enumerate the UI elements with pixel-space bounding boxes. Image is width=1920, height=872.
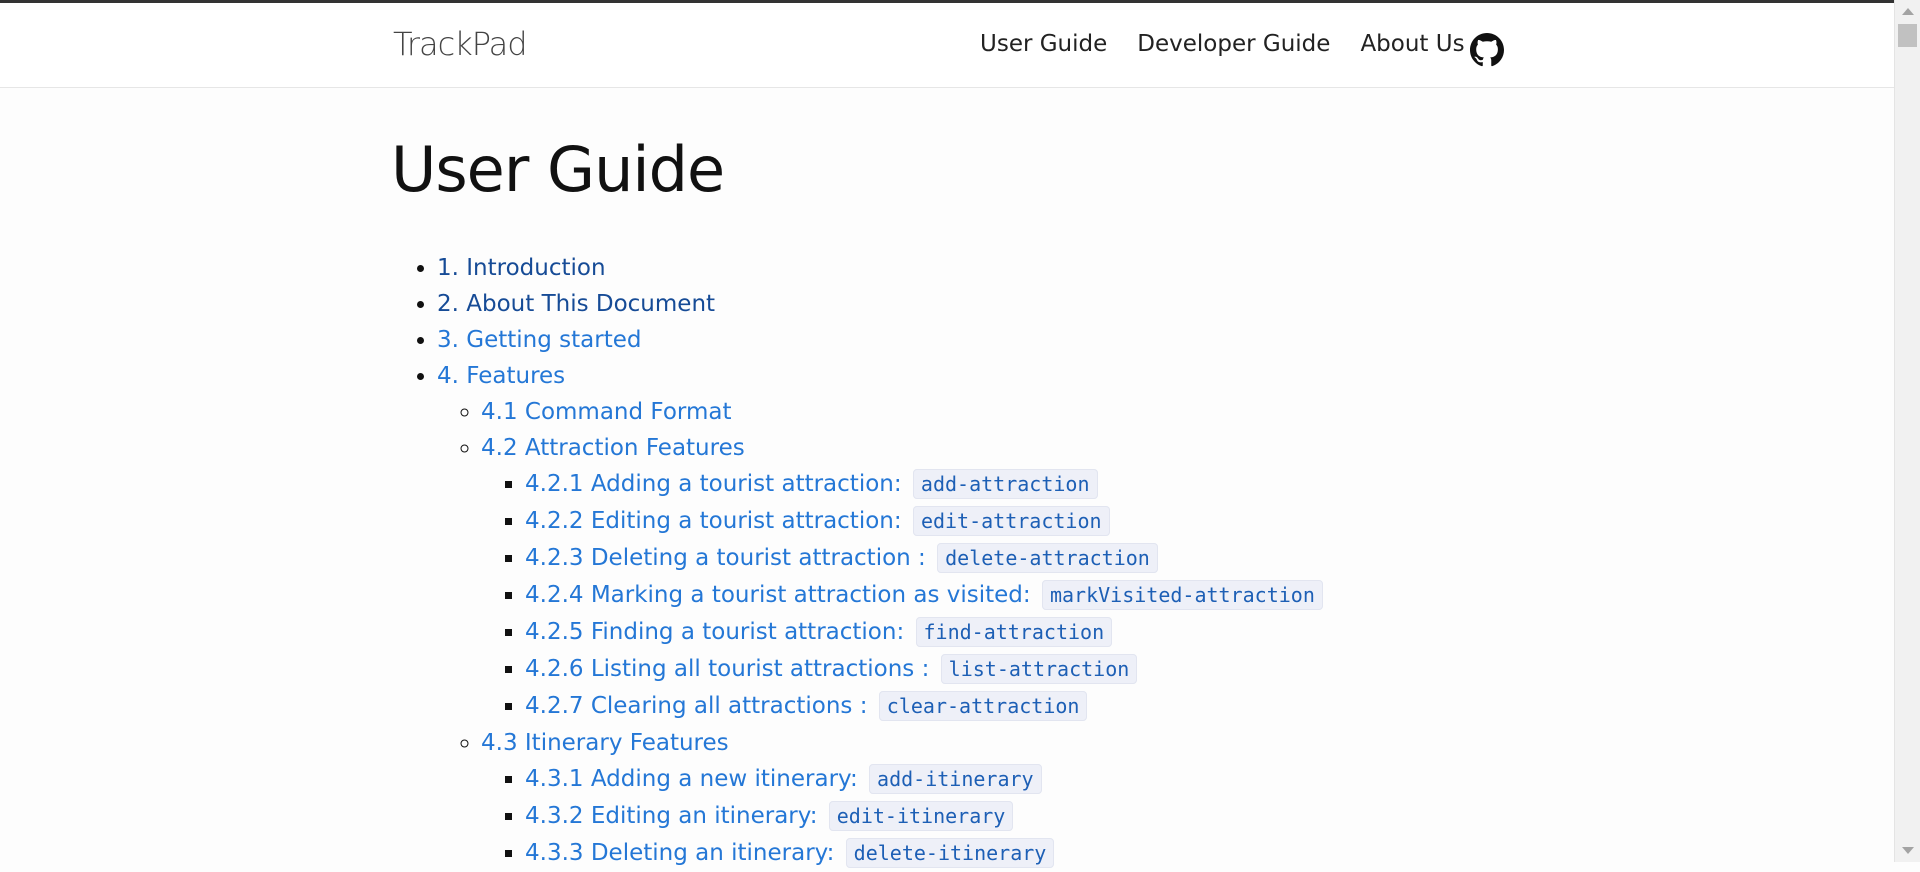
toc-link-label: 4.2.7 Clearing all attractions : bbox=[525, 693, 868, 719]
toc-link-markvisited-attraction[interactable]: 4.2.4 Marking a tourist attraction as vi… bbox=[525, 580, 1323, 610]
toc-link-label: 4.2.5 Finding a tourist attraction: bbox=[525, 619, 905, 645]
toc-link-clear-attraction[interactable]: 4.2.7 Clearing all attractions : clear-a… bbox=[525, 691, 1088, 721]
main-content: User Guide 1. Introduction 2. About This… bbox=[391, 130, 1533, 872]
toc-link-getting-started[interactable]: 3. Getting started bbox=[437, 327, 641, 353]
table-of-contents: 1. Introduction 2. About This Document 3… bbox=[393, 250, 1533, 872]
toc-link-edit-attraction[interactable]: 4.2.2 Editing a tourist attraction: edit… bbox=[525, 506, 1110, 536]
command-code: add-itinerary bbox=[869, 764, 1042, 794]
toc-link-about-document[interactable]: 2. About This Document bbox=[437, 291, 715, 317]
nav-links: User Guide Developer Guide About Us bbox=[980, 31, 1495, 57]
command-code: add-attraction bbox=[912, 469, 1098, 499]
toc-item: 4.2.7 Clearing all attractions : clear-a… bbox=[525, 688, 1533, 725]
itinerary-sublist: 4.3.1 Adding a new itinerary: add-itiner… bbox=[481, 761, 1533, 872]
attraction-sublist: 4.2.1 Adding a tourist attraction: add-a… bbox=[481, 466, 1533, 725]
toc-link-itinerary-features[interactable]: 4.3 Itinerary Features bbox=[481, 730, 729, 756]
toc-item: 4.2.6 Listing all tourist attractions : … bbox=[525, 651, 1533, 688]
site-brand[interactable]: TrackPad bbox=[393, 25, 528, 63]
toc-item: 4.2.4 Marking a tourist attraction as vi… bbox=[525, 577, 1533, 614]
toc-link-label: 4.2.4 Marking a tourist attraction as vi… bbox=[525, 582, 1031, 608]
features-sublist: 4.1 Command Format 4.2 Attraction Featur… bbox=[437, 394, 1533, 872]
scroll-up-arrow-icon[interactable] bbox=[1902, 8, 1914, 15]
command-code: delete-itinerary bbox=[845, 838, 1055, 868]
toc-item: 4.2 Attraction Features 4.2.1 Adding a t… bbox=[481, 430, 1533, 725]
toc-link-features[interactable]: 4. Features bbox=[437, 363, 565, 389]
toc-link-delete-attraction[interactable]: 4.2.3 Deleting a tourist attraction : de… bbox=[525, 543, 1158, 573]
toc-item: 4.2.5 Finding a tourist attraction: find… bbox=[525, 614, 1533, 651]
toc-link-find-attraction[interactable]: 4.2.5 Finding a tourist attraction: find… bbox=[525, 617, 1113, 647]
toc-link-label: 4.3.3 Deleting an itinerary: bbox=[525, 840, 835, 866]
toc-link-delete-itinerary[interactable]: 4.3.3 Deleting an itinerary: delete-itin… bbox=[525, 838, 1055, 868]
nav-about-us[interactable]: About Us bbox=[1360, 31, 1464, 57]
toc-item: 4.1 Command Format bbox=[481, 394, 1533, 430]
toc-link-edit-itinerary[interactable]: 4.3.2 Editing an itinerary: edit-itinera… bbox=[525, 801, 1014, 831]
toc-link-label: 4.2.1 Adding a tourist attraction: bbox=[525, 471, 902, 497]
toc-item: 2. About This Document bbox=[437, 286, 1533, 322]
nav-user-guide[interactable]: User Guide bbox=[980, 31, 1107, 57]
toc-item: 4.3 Itinerary Features 4.3.1 Adding a ne… bbox=[481, 725, 1533, 872]
toc-link-label: 4.2.6 Listing all tourist attractions : bbox=[525, 656, 930, 682]
nav-developer-guide[interactable]: Developer Guide bbox=[1137, 31, 1330, 57]
toc-link-add-itinerary[interactable]: 4.3.1 Adding a new itinerary: add-itiner… bbox=[525, 764, 1042, 794]
github-icon[interactable] bbox=[1470, 33, 1504, 67]
toc-item: 1. Introduction bbox=[437, 250, 1533, 286]
site-header: TrackPad User Guide Developer Guide Abou… bbox=[0, 3, 1895, 88]
command-code: find-attraction bbox=[915, 617, 1113, 647]
command-code: edit-itinerary bbox=[828, 801, 1014, 831]
command-code: list-attraction bbox=[940, 654, 1138, 684]
toc-link-label: 4.2.2 Editing a tourist attraction: bbox=[525, 508, 902, 534]
scroll-down-arrow-icon[interactable] bbox=[1902, 847, 1914, 854]
toc-item: 4.3.2 Editing an itinerary: edit-itinera… bbox=[525, 798, 1533, 835]
toc-link-add-attraction[interactable]: 4.2.1 Adding a tourist attraction: add-a… bbox=[525, 469, 1098, 499]
toc-item: 3. Getting started bbox=[437, 322, 1533, 358]
toc-item: 4.2.1 Adding a tourist attraction: add-a… bbox=[525, 466, 1533, 503]
toc-link-label: 4.3.1 Adding a new itinerary: bbox=[525, 766, 858, 792]
toc-item: 4.2.2 Editing a tourist attraction: edit… bbox=[525, 503, 1533, 540]
toc-item: 4.3.1 Adding a new itinerary: add-itiner… bbox=[525, 761, 1533, 798]
toc-link-label: 4.2.3 Deleting a tourist attraction : bbox=[525, 545, 926, 571]
toc-item: 4. Features 4.1 Command Format 4.2 Attra… bbox=[437, 358, 1533, 872]
command-code: clear-attraction bbox=[878, 691, 1088, 721]
toc-link-introduction[interactable]: 1. Introduction bbox=[437, 255, 606, 281]
command-code: markVisited-attraction bbox=[1041, 580, 1323, 610]
scrollbar-thumb[interactable] bbox=[1898, 24, 1917, 47]
vertical-scrollbar[interactable] bbox=[1894, 0, 1920, 862]
toc-link-list-attraction[interactable]: 4.2.6 Listing all tourist attractions : … bbox=[525, 654, 1138, 684]
toc-link-label: 4.3.2 Editing an itinerary: bbox=[525, 803, 818, 829]
command-code: edit-attraction bbox=[912, 506, 1110, 536]
page-title: User Guide bbox=[391, 133, 725, 206]
toc-item: 4.2.3 Deleting a tourist attraction : de… bbox=[525, 540, 1533, 577]
toc-link-command-format[interactable]: 4.1 Command Format bbox=[481, 399, 731, 425]
command-code: delete-attraction bbox=[937, 543, 1158, 573]
toc-link-attraction-features[interactable]: 4.2 Attraction Features bbox=[481, 435, 745, 461]
toc-item: 4.3.3 Deleting an itinerary: delete-itin… bbox=[525, 835, 1533, 872]
